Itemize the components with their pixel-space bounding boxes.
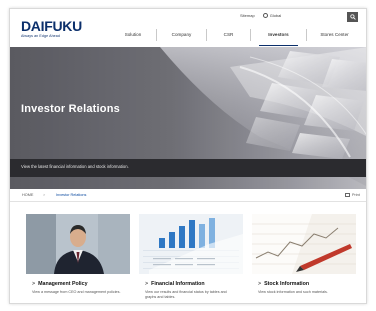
page-title: Investor Relations — [21, 103, 120, 115]
logo-tagline: Always an Edge Ahead — [21, 34, 60, 38]
breadcrumb-home[interactable]: HOME — [22, 193, 33, 197]
browser-frame: DAIFUKU Always an Edge Ahead Sitemap Glo… — [9, 8, 367, 304]
card-description: View a message from CEO and management p… — [32, 290, 121, 294]
card-management-policy[interactable]: > Management Policy View a message from C… — [26, 214, 130, 303]
card-title-text: Financial Information — [151, 281, 205, 287]
card-title: > Stock Information — [258, 281, 309, 287]
nav-investors[interactable]: Investors — [250, 29, 306, 46]
card-description: View our results and financial status by… — [145, 290, 227, 299]
print-icon — [345, 193, 350, 197]
card-financial-information[interactable]: > Financial Information View our results … — [139, 214, 243, 303]
print-label: Print — [352, 193, 360, 197]
card-title-text: Management Policy — [38, 281, 88, 287]
breadcrumb-separator: > — [43, 193, 46, 197]
nav-solution[interactable]: Solution — [110, 29, 156, 41]
nav-stores-center[interactable]: Stores Center — [306, 29, 362, 41]
chevron-right-icon: > — [258, 281, 262, 287]
nav-company[interactable]: Company — [156, 29, 206, 41]
utility-links: Sitemap Global — [240, 13, 281, 18]
section-cards: > Management Policy View a message from C… — [26, 214, 356, 303]
global-link[interactable]: Global — [270, 13, 282, 18]
financial-charts-image — [139, 214, 243, 274]
search-button[interactable] — [347, 12, 358, 22]
search-icon — [349, 14, 356, 20]
breadcrumb: HOME > Investor Relations Print — [10, 189, 366, 202]
card-title: > Financial Information — [145, 281, 205, 287]
nav-csr[interactable]: CSR — [206, 29, 250, 41]
executive-portrait-image — [26, 214, 130, 274]
card-title-text: Stock Information — [264, 281, 310, 287]
globe-icon — [262, 13, 268, 18]
print-button[interactable]: Print — [345, 193, 360, 197]
breadcrumb-current: Investor Relations — [56, 193, 87, 197]
main-nav: Solution Company CSR Investors Stores Ce… — [110, 29, 362, 46]
chevron-right-icon: > — [145, 281, 149, 287]
card-title: > Management Policy — [32, 281, 88, 287]
sitemap-link[interactable]: Sitemap — [240, 13, 255, 18]
card-stock-information[interactable]: > Stock Information View stock informatio… — [252, 214, 356, 303]
hero-banner: Investor Relations View the latest finan… — [10, 47, 366, 189]
card-description: View stock information and such material… — [258, 290, 328, 294]
site-header: DAIFUKU Always an Edge Ahead Sitemap Glo… — [10, 9, 366, 47]
daifuku-logo[interactable]: DAIFUKU Always an Edge Ahead — [21, 19, 82, 38]
chevron-right-icon: > — [32, 281, 36, 287]
hero-description: View the latest financial information an… — [21, 164, 129, 169]
stock-chart-pen-image — [252, 214, 356, 274]
logo-text: DAIFUKU — [21, 18, 82, 34]
